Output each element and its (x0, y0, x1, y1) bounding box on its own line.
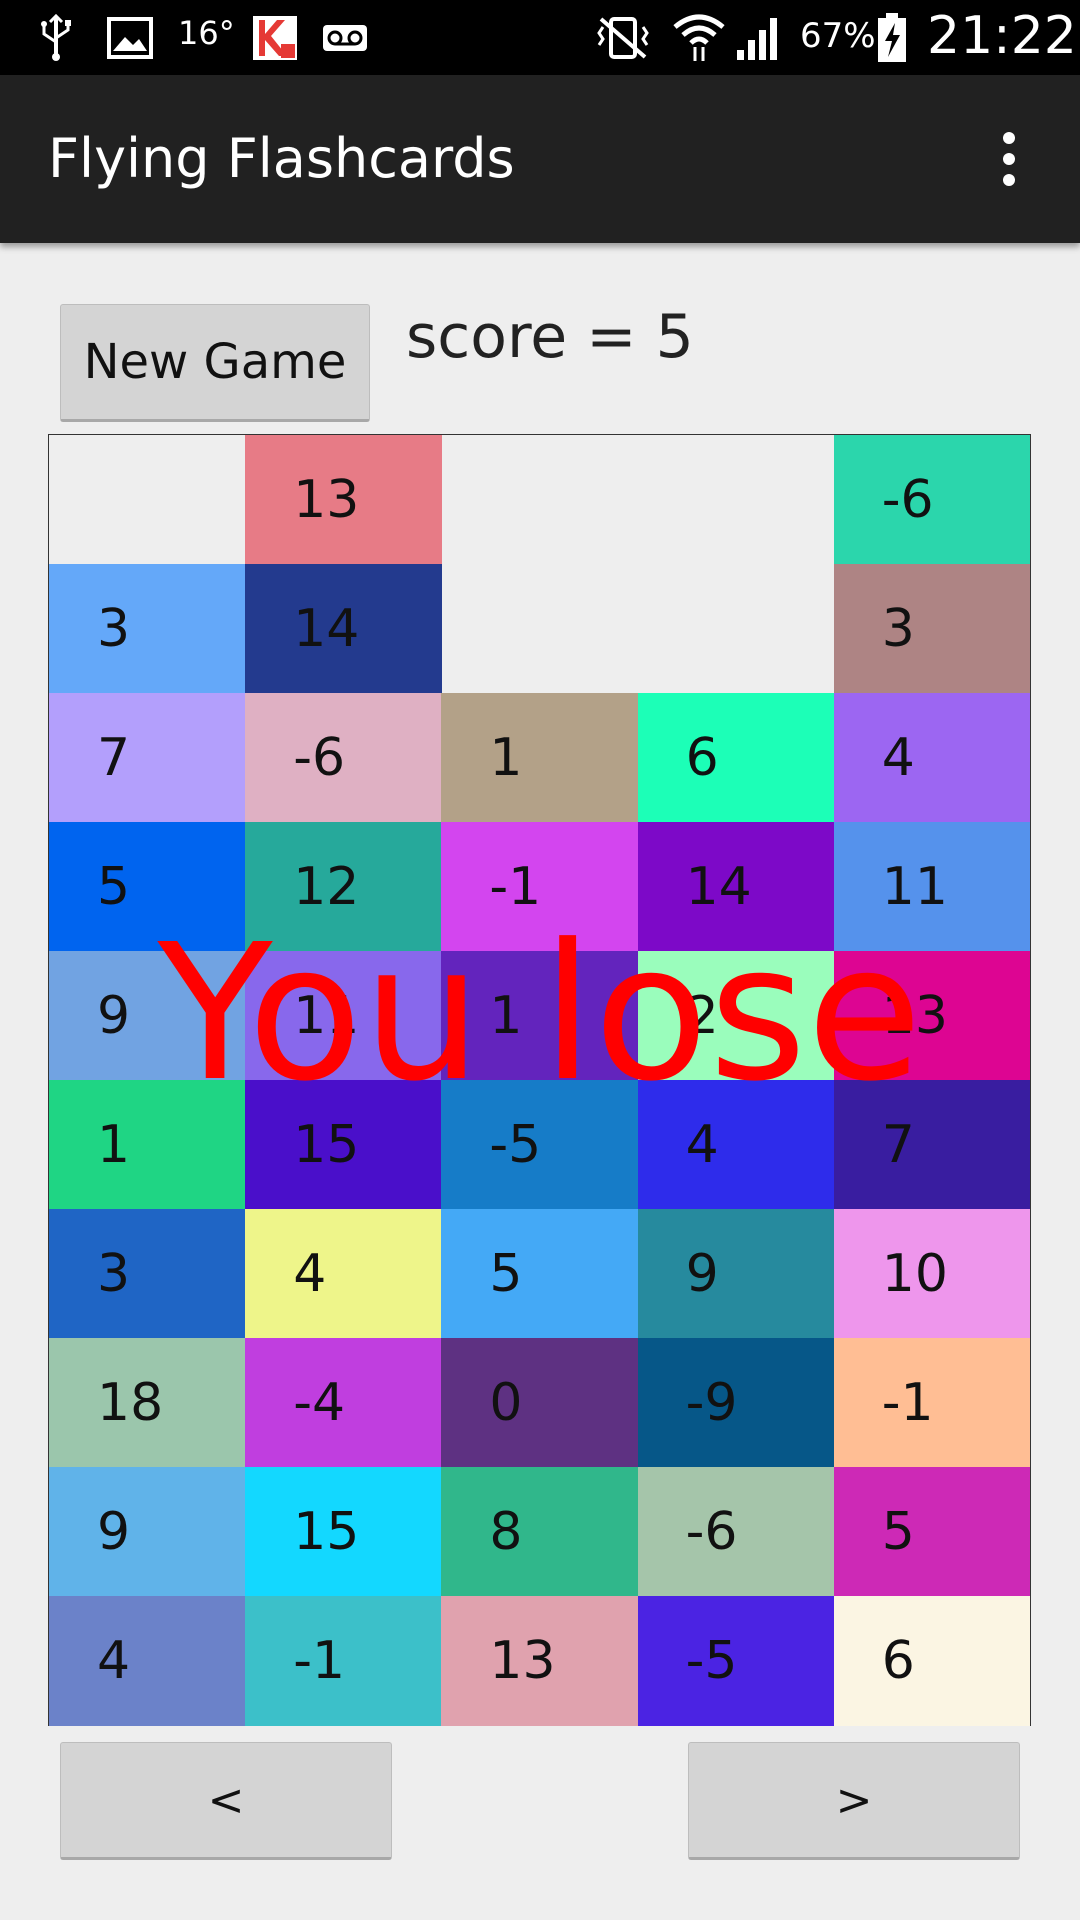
grid-cell[interactable]: 18 (49, 1338, 246, 1468)
grid-cell[interactable]: 9 (49, 1467, 246, 1597)
battery-percent-text: 67% (800, 16, 876, 56)
wifi-icon (670, 12, 728, 64)
grid-cell[interactable]: -5 (441, 1080, 639, 1210)
grid-cell[interactable]: 11 (833, 822, 1031, 952)
grid-cell[interactable]: 3 (833, 564, 1031, 694)
grid-cell[interactable]: 5 (441, 1209, 639, 1339)
grid-cell[interactable]: 3 (49, 564, 246, 694)
signal-icon (734, 12, 786, 64)
grid-cell[interactable]: 4 (49, 1596, 246, 1726)
grid-cell[interactable]: -5 (637, 1596, 835, 1726)
grid-cell[interactable]: -1 (441, 822, 639, 952)
grid-cell[interactable]: 1 (49, 1080, 246, 1210)
new-game-button[interactable]: New Game (60, 304, 370, 422)
grid-cell[interactable]: 6 (637, 693, 835, 823)
grid-cell[interactable]: 1 (441, 693, 639, 823)
grid-cell[interactable]: 9 (637, 1209, 835, 1339)
grid-cell[interactable]: 4 (833, 693, 1031, 823)
grid-cell[interactable]: 8 (441, 1467, 639, 1597)
app-title: Flying Flashcards (48, 127, 515, 190)
voicemail-icon (320, 12, 370, 64)
grid-cell[interactable]: 10 (833, 1209, 1031, 1339)
previous-button[interactable]: < (60, 1742, 392, 1860)
action-bar: Flying Flashcards (0, 75, 1080, 243)
grid-cell[interactable]: 15 (245, 1467, 442, 1597)
grid-cell[interactable]: 14 (637, 822, 835, 952)
more-vert-icon[interactable] (985, 115, 1033, 203)
battery-charging-icon (874, 12, 910, 64)
temperature-text: 16° (178, 14, 235, 52)
grid-cell[interactable]: 15 (245, 1080, 442, 1210)
next-button[interactable]: > (688, 1742, 1020, 1860)
grid-cell[interactable]: -1 (833, 1338, 1031, 1468)
grid-cell[interactable]: 9 (49, 951, 246, 1081)
usb-icon (36, 12, 76, 64)
grid-cell[interactable]: 2 (637, 951, 835, 1081)
grid-cell[interactable]: 3 (49, 1209, 246, 1339)
grid-cell[interactable]: 13 (441, 1596, 639, 1726)
grid-cell[interactable]: 5 (49, 822, 246, 952)
grid-cell[interactable]: 1 (441, 951, 639, 1081)
grid-cell[interactable]: 13 (245, 435, 442, 565)
image-icon (106, 12, 154, 64)
grid-cell[interactable]: 4 (245, 1209, 442, 1339)
grid-cell[interactable]: 14 (245, 564, 442, 694)
grid-cell[interactable]: 13 (833, 951, 1031, 1081)
score-text: score = 5 (406, 302, 694, 372)
grid-cell[interactable]: 0 (441, 1338, 639, 1468)
grid-cell[interactable]: 4 (637, 1080, 835, 1210)
grid-cell[interactable]: -6 (245, 693, 442, 823)
vibrate-icon (592, 12, 654, 64)
status-bar: 16° 67% 21:22 (0, 0, 1080, 75)
grid-cell[interactable]: -4 (245, 1338, 442, 1468)
grid-cell[interactable]: -1 (245, 1596, 442, 1726)
grid-cell[interactable]: -6 (833, 435, 1031, 565)
grid-cell[interactable]: 7 (833, 1080, 1031, 1210)
grid-cell[interactable]: -9 (637, 1338, 835, 1468)
grid-cell[interactable]: 11 (245, 951, 442, 1081)
grid-cell[interactable]: -6 (637, 1467, 835, 1597)
grid-cell[interactable]: 7 (49, 693, 246, 823)
kaspersky-icon (250, 12, 300, 64)
game-grid: 13 -6 3 14 3 7 -6 1 6 4 5 12 -1 14 11 9 11 1 2 13 1 15 -5 4 7 3 4 5… (48, 434, 1031, 1726)
grid-cell[interactable]: 12 (245, 822, 442, 952)
clock-text: 21:22 (927, 6, 1077, 66)
grid-cell[interactable]: 6 (833, 1596, 1031, 1726)
grid-cell[interactable]: 5 (833, 1467, 1031, 1597)
